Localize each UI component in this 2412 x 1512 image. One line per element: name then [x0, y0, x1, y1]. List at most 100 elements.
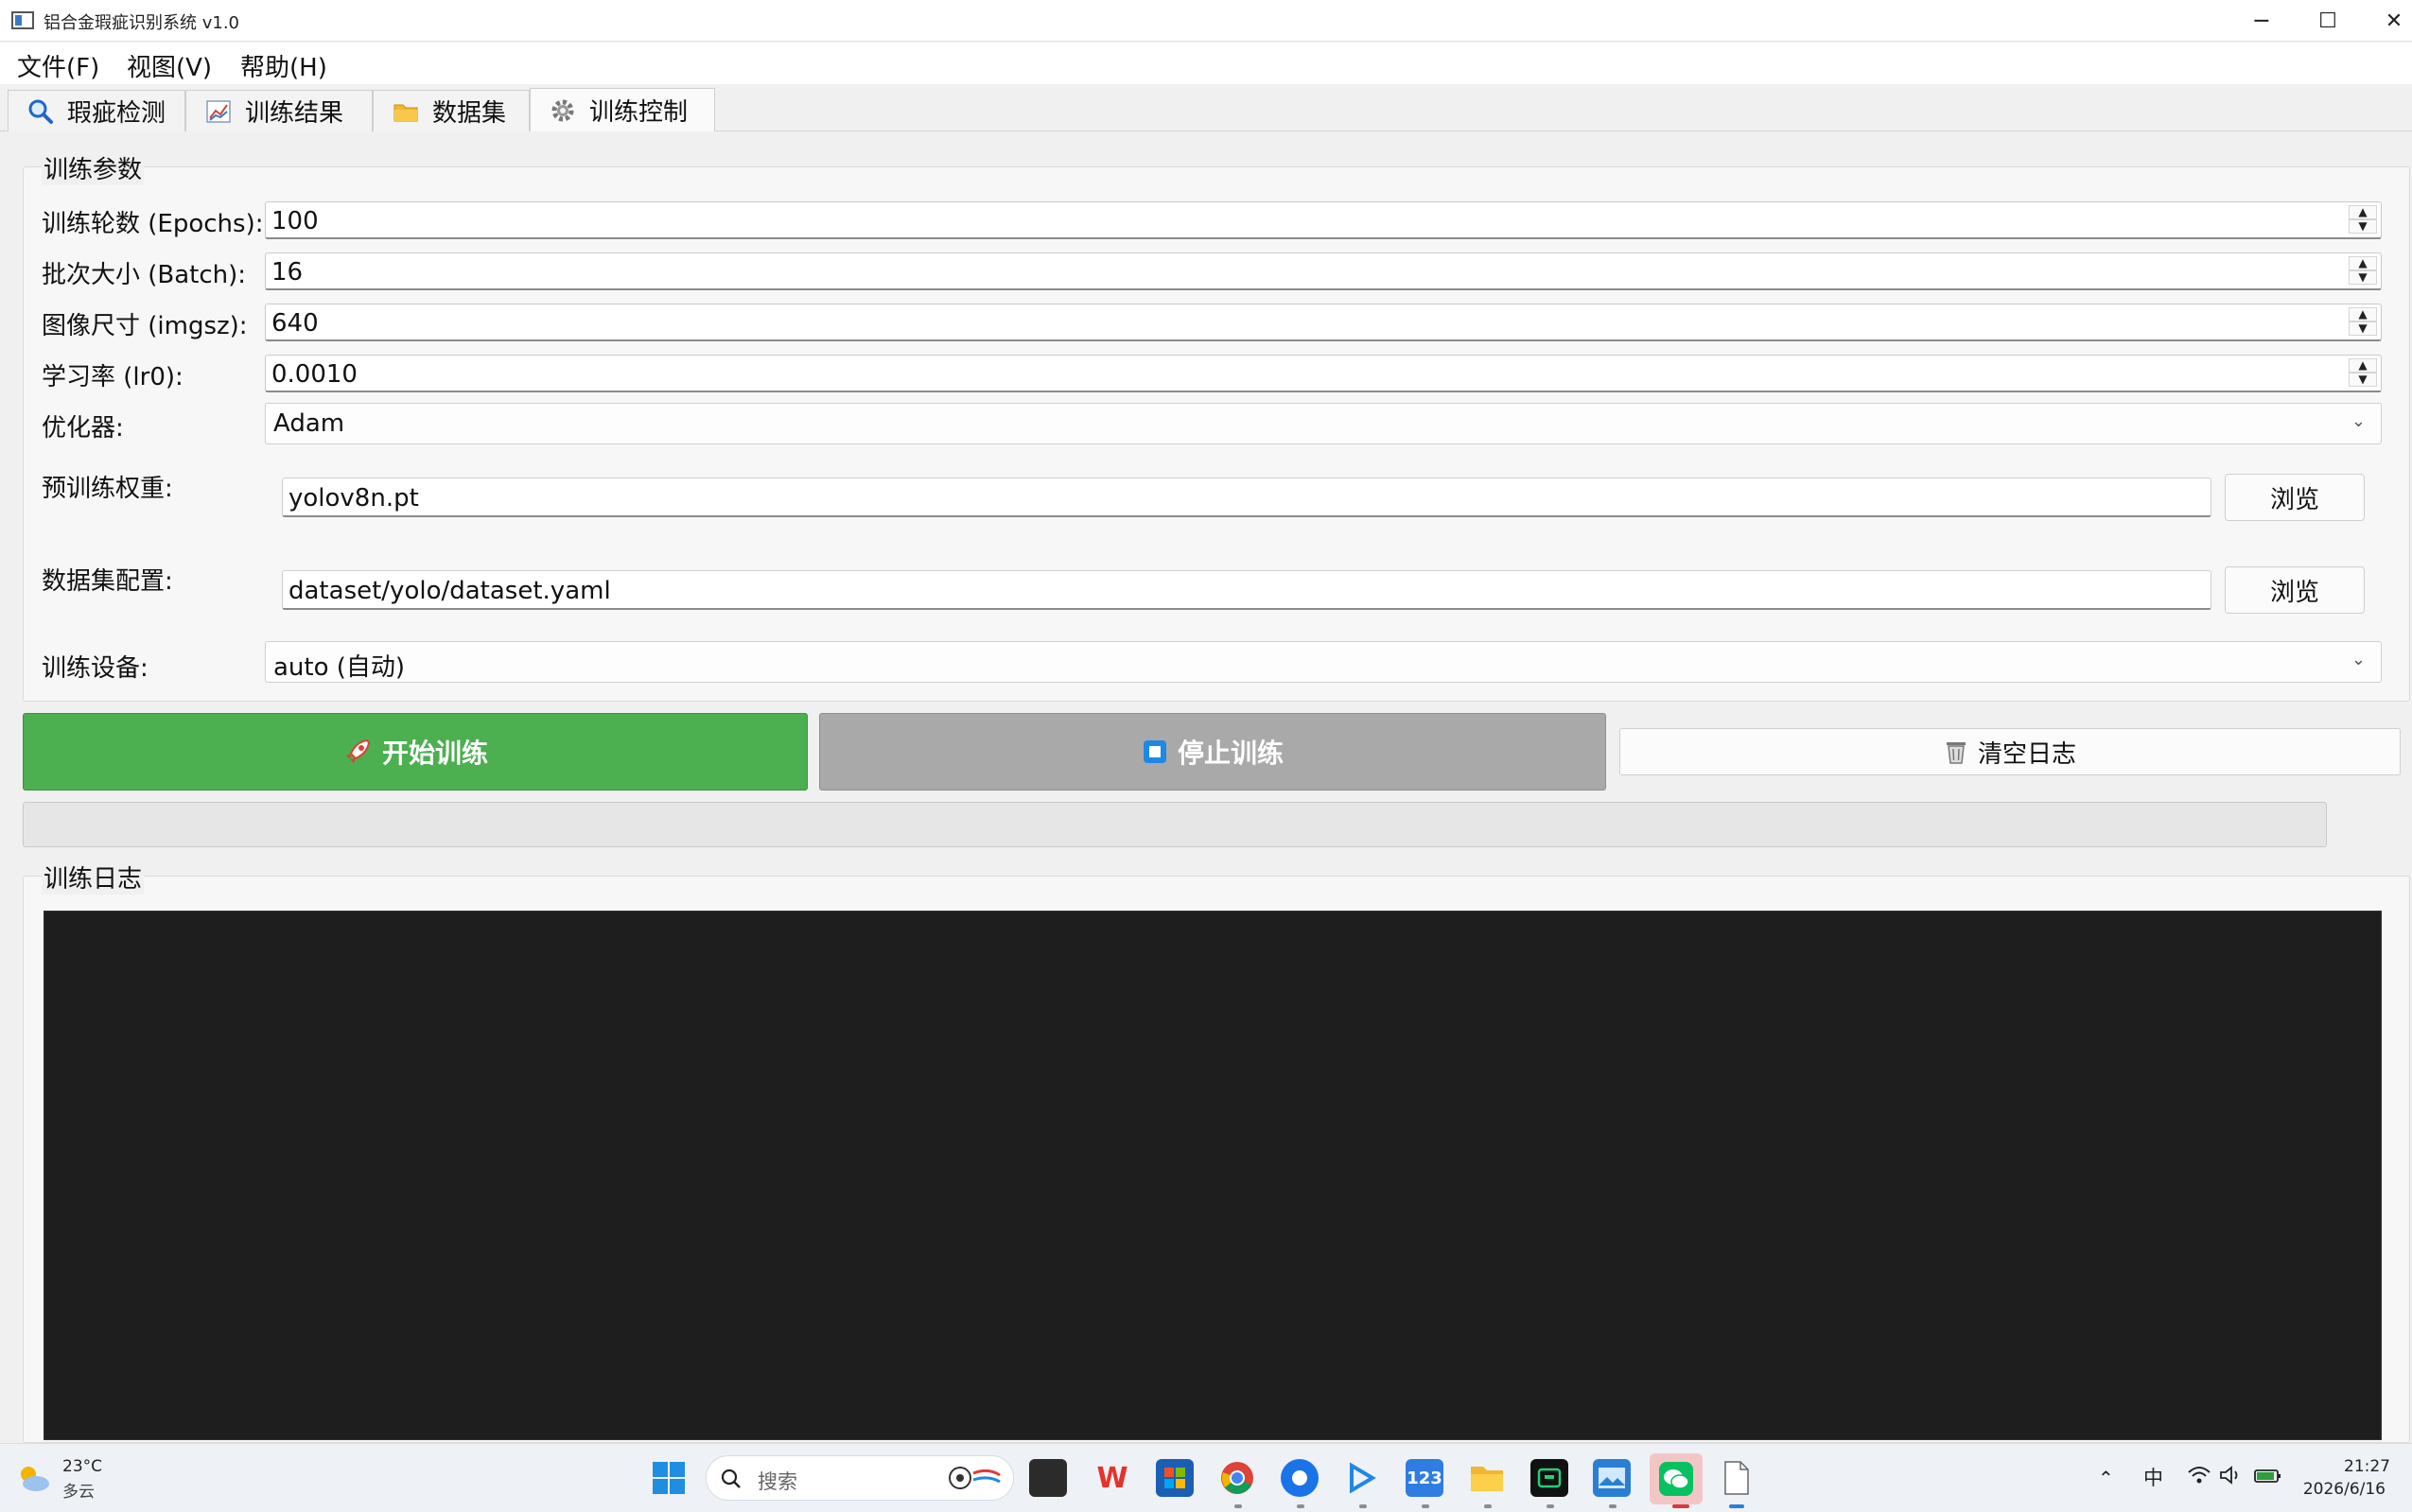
stop-icon: [1142, 739, 1168, 765]
weather-temp: 23°C: [62, 1457, 103, 1476]
training-params-title: 训练参数: [42, 150, 145, 185]
tab-dataset[interactable]: 数据集: [373, 90, 530, 131]
gear-icon: [548, 96, 578, 126]
weather-desc: 多云: [62, 1483, 95, 1502]
menu-file[interactable]: 文件(F): [17, 48, 99, 83]
device-select[interactable]: auto (自动) ⌄: [265, 641, 2382, 683]
minimize-button[interactable]: ─: [2228, 0, 2296, 42]
ime-indicator[interactable]: 中: [2143, 1463, 2163, 1491]
tab-defect-detection[interactable]: 瑕疵检测: [8, 90, 185, 131]
training-progress-bar: [23, 802, 2327, 847]
taskbar-search-box[interactable]: 搜索: [706, 1455, 1014, 1501]
search-icon: [720, 1468, 743, 1494]
training-log-output[interactable]: [44, 911, 2382, 1440]
epochs-spinbox[interactable]: 100 ▲ ▼: [265, 201, 2382, 239]
task-view-icon[interactable]: [1029, 1459, 1067, 1497]
start-training-label: 开始训练: [381, 738, 488, 769]
volume-icon[interactable]: [2219, 1465, 2244, 1489]
batch-label: 批次大小 (Batch):: [42, 261, 247, 289]
optimizer-select[interactable]: Adam ⌄: [265, 403, 2382, 444]
weather-widget[interactable]: 23°C 多云: [13, 1455, 117, 1503]
spin-down-icon[interactable]: ▼: [2349, 322, 2377, 336]
weights-input[interactable]: yolov8n.pt: [282, 478, 2211, 517]
trash-icon: [1944, 739, 1968, 765]
menu-bar: 文件(F) 视图(V) 帮助(H): [0, 43, 2412, 84]
chrome-icon[interactable]: [1218, 1459, 1256, 1497]
tab-training-control[interactable]: 训练控制: [530, 88, 715, 131]
spin-up-icon[interactable]: ▲: [2349, 358, 2377, 373]
menu-view[interactable]: 视图(V): [127, 48, 212, 83]
tab-training-results[interactable]: 训练结果: [185, 90, 373, 131]
tab-label: 训练结果: [245, 99, 344, 128]
wifi-icon[interactable]: [2187, 1465, 2211, 1489]
imgsz-label: 图像尺寸 (imgsz):: [42, 312, 248, 340]
terminal-app-icon[interactable]: [1530, 1459, 1568, 1497]
dataset-label: 数据集配置:: [42, 567, 173, 596]
windows-taskbar: 23°C 多云 搜索 W 123 ⌃ 中 21:27 2026/6/16: [0, 1443, 2412, 1512]
dataset-config-value: dataset/yolo/dataset.yaml: [288, 577, 611, 605]
folder-icon: [391, 96, 421, 127]
device-value: auto (自动): [273, 653, 406, 682]
clock-date[interactable]: 2026/6/16: [2298, 1480, 2386, 1499]
rocket-icon: [342, 737, 373, 767]
clock-time[interactable]: 21:27: [2344, 1457, 2390, 1476]
optimizer-value: Adam: [273, 409, 345, 438]
spin-down-icon[interactable]: ▼: [2349, 373, 2377, 387]
training-log-title: 训练日志: [42, 860, 145, 895]
spin-up-icon[interactable]: ▲: [2349, 307, 2377, 322]
file-explorer-icon[interactable]: [1468, 1459, 1506, 1497]
battery-icon[interactable]: [2253, 1465, 2283, 1489]
weights-label: 预训练权重:: [42, 475, 173, 503]
search-placeholder: 搜索: [758, 1470, 797, 1493]
device-label: 训练设备:: [42, 654, 149, 683]
spin-up-icon[interactable]: ▲: [2349, 205, 2377, 219]
imgsz-spinbox[interactable]: 640 ▲ ▼: [265, 304, 2382, 341]
weights-value: yolov8n.pt: [288, 484, 419, 513]
epochs-value: 100: [271, 207, 319, 235]
maximize-button[interactable]: ☐: [2294, 0, 2362, 42]
cloud-drive-icon[interactable]: 123: [1406, 1459, 1443, 1497]
photos-icon[interactable]: [1593, 1459, 1631, 1497]
start-button[interactable]: [650, 1459, 688, 1497]
tab-label: 训练控制: [589, 98, 689, 127]
window-title: 铝合金瑕疵识别系统 v1.0: [44, 13, 239, 33]
spin-down-icon[interactable]: ▼: [2349, 219, 2377, 234]
app-icon: [11, 11, 34, 29]
epochs-label: 训练轮数 (Epochs):: [42, 210, 264, 238]
chevron-down-icon: ⌄: [2351, 411, 2366, 431]
tab-label: 瑕疵检测: [67, 99, 166, 128]
search-highlight-icon: [947, 1464, 1002, 1496]
chat-app-icon[interactable]: [1281, 1459, 1319, 1497]
clear-log-button[interactable]: 清空日志: [1619, 728, 2401, 775]
spin-down-icon[interactable]: ▼: [2349, 270, 2377, 285]
tab-label: 数据集: [432, 99, 507, 128]
chevron-down-icon: ⌄: [2351, 650, 2366, 669]
batch-spinbox[interactable]: 16 ▲ ▼: [265, 252, 2382, 290]
document-icon[interactable]: [1718, 1459, 1756, 1497]
imgsz-value: 640: [271, 309, 319, 338]
store-icon[interactable]: [1156, 1459, 1194, 1497]
video-app-icon[interactable]: [1343, 1459, 1381, 1497]
browse-weights-button[interactable]: 浏览: [2225, 474, 2365, 521]
dataset-config-input[interactable]: dataset/yolo/dataset.yaml: [282, 570, 2211, 610]
weather-cloud-icon: [15, 1463, 51, 1497]
chart-icon: [203, 96, 234, 127]
clear-log-label: 清空日志: [1977, 739, 2076, 769]
show-hidden-icons-chevron-up-icon[interactable]: ⌃: [2098, 1467, 2114, 1489]
lr0-spinbox[interactable]: 0.0010 ▲ ▼: [265, 355, 2382, 392]
optimizer-label: 优化器:: [42, 414, 124, 443]
close-button[interactable]: ✕: [2360, 0, 2412, 42]
lr0-value: 0.0010: [271, 360, 358, 389]
stop-training-button[interactable]: 停止训练: [819, 713, 1606, 791]
spin-up-icon[interactable]: ▲: [2349, 256, 2377, 270]
lr0-label: 学习率 (lr0):: [42, 363, 184, 391]
browse-dataset-button[interactable]: 浏览: [2225, 566, 2365, 614]
menu-help[interactable]: 帮助(H): [240, 48, 327, 83]
wechat-icon[interactable]: [1650, 1453, 1703, 1504]
tab-bar: 瑕疵检测 训练结果 数据集 训练控制: [0, 84, 2412, 131]
search-icon: [26, 96, 56, 127]
stop-training-label: 停止训练: [1177, 738, 1284, 769]
wps-icon[interactable]: W: [1093, 1459, 1131, 1497]
start-training-button[interactable]: 开始训练: [23, 713, 808, 791]
batch-value: 16: [271, 258, 304, 287]
